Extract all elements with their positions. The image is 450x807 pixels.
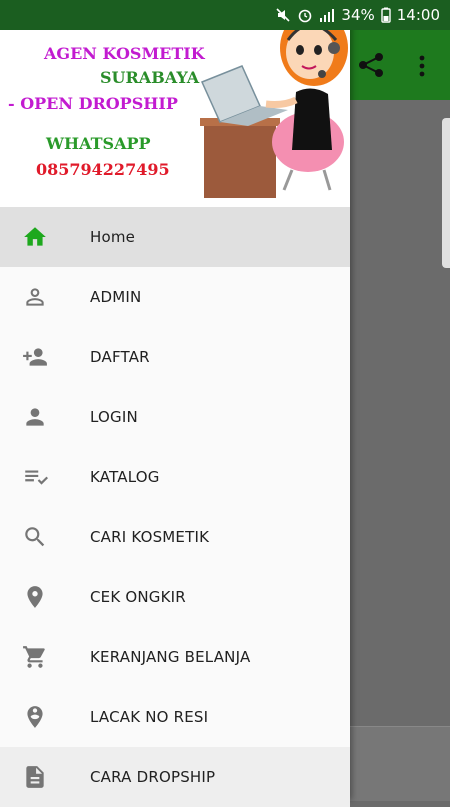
banner-line-whatsapp: WHATSAPP xyxy=(46,134,151,153)
navigation-drawer: SELAMAT DATANG AGEN KOSMETIK SURABAYA - … xyxy=(0,0,350,807)
home-icon xyxy=(24,227,46,246)
document-icon xyxy=(26,766,44,788)
menu-item-cek-ongkir[interactable]: CEK ONGKIR xyxy=(0,567,350,627)
share-icon[interactable] xyxy=(356,52,386,78)
menu-item-home[interactable]: Home xyxy=(0,207,350,267)
more-options-icon[interactable] xyxy=(416,54,428,78)
menu-item-cara-dropship[interactable]: CARA DROPSHIP xyxy=(0,747,350,807)
drawer-header-banner: SELAMAT DATANG AGEN KOSMETIK SURABAYA - … xyxy=(0,0,350,207)
menu-item-label: KERANJANG BELANJA xyxy=(90,648,251,666)
menu-item-label: Home xyxy=(90,228,136,246)
banner-line-dropship: - OPEN DROPSHIP xyxy=(8,94,178,113)
menu-item-daftar[interactable]: DAFTAR xyxy=(0,327,350,387)
menu-item-label: CARI KOSMETIK xyxy=(90,528,210,546)
status-icons: 34% 14:00 xyxy=(275,6,440,24)
menu-item-label: LOGIN xyxy=(90,408,138,426)
menu-item-label: CEK ONGKIR xyxy=(90,588,186,606)
bottom-bar-scrim xyxy=(350,726,450,801)
menu-item-keranjang-belanja[interactable]: KERANJANG BELANJA xyxy=(0,627,350,687)
status-bar: 34% 14:00 xyxy=(0,0,450,30)
mute-icon xyxy=(276,8,290,22)
clock: 14:00 xyxy=(396,6,440,24)
menu-item-label: ADMIN xyxy=(90,288,142,306)
search-icon xyxy=(25,527,45,547)
person-add-icon xyxy=(23,348,47,366)
menu-item-admin[interactable]: ADMIN xyxy=(0,267,350,327)
playlist-check-icon xyxy=(25,470,48,485)
cartoon-agent-illustration xyxy=(200,10,348,198)
banner-line-city: SURABAYA xyxy=(100,68,200,87)
menu-item-label: CARA DROPSHIP xyxy=(90,768,216,786)
banner-line-agen: AGEN KOSMETIK xyxy=(44,44,205,63)
battery-percent: 34% xyxy=(341,6,375,24)
drawer-menu: Home ADMIN DAFTAR LOGIN KATALOG CARI KOS… xyxy=(0,207,350,807)
person-outline-icon xyxy=(26,288,44,306)
page-content-scrim[interactable] xyxy=(350,100,450,800)
menu-item-login[interactable]: LOGIN xyxy=(0,387,350,447)
battery-icon xyxy=(381,7,391,23)
menu-item-label: KATALOG xyxy=(90,468,160,486)
cart-icon xyxy=(23,646,45,668)
person-icon xyxy=(26,408,44,426)
alarm-icon xyxy=(299,9,312,23)
menu-item-lacak-no-resi[interactable]: LACAK NO RESI xyxy=(0,687,350,747)
menu-item-label: LACAK NO RESI xyxy=(90,708,209,726)
banner-phone-number: 085794227495 xyxy=(36,160,170,179)
scroll-indicator xyxy=(442,118,450,268)
location-pin-icon xyxy=(27,586,43,608)
signal-icon xyxy=(320,9,335,22)
menu-item-label: DAFTAR xyxy=(90,348,150,366)
menu-item-cari-kosmetik[interactable]: CARI KOSMETIK xyxy=(0,507,350,567)
menu-item-katalog[interactable]: KATALOG xyxy=(0,447,350,507)
person-pin-icon xyxy=(27,706,43,728)
